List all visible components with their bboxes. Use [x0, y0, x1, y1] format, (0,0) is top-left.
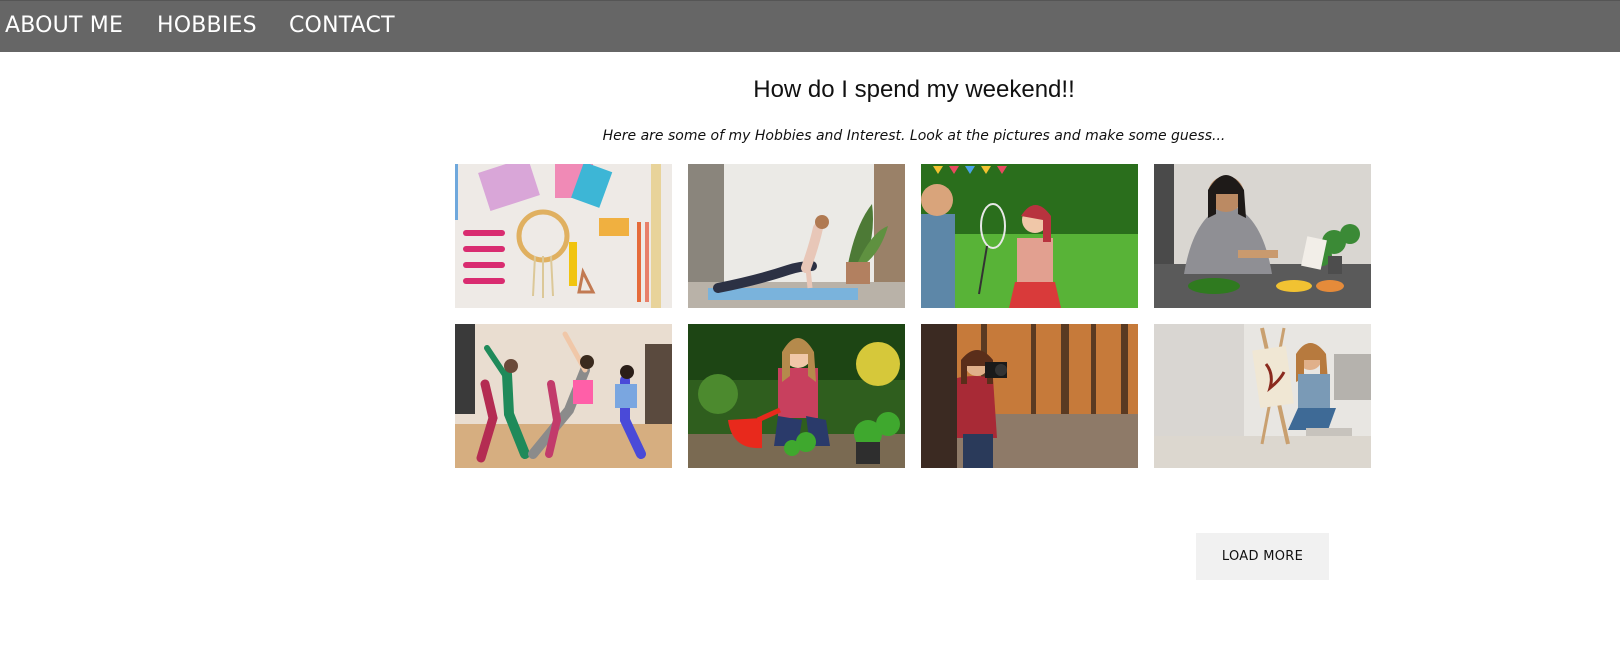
load-more-button[interactable]: LOAD MORE [1196, 533, 1329, 580]
page-subtitle: Here are some of my Hobbies and Interest… [602, 128, 1226, 144]
dance-photo [455, 324, 672, 468]
gardening-photo [688, 324, 905, 468]
cooking-photo [1154, 164, 1371, 308]
top-navigation-bar: ABOUT ME HOBBIES CONTACT [0, 0, 1620, 52]
page-title: How do I spend my weekend!! [753, 76, 1075, 103]
badminton-photo [921, 164, 1138, 308]
nav-link-about-me[interactable]: ABOUT ME [5, 13, 123, 38]
craft-supplies-photo [455, 164, 672, 308]
nav-link-hobbies[interactable]: HOBBIES [157, 13, 257, 38]
photography-photo [921, 324, 1138, 468]
painting-photo [1154, 324, 1371, 468]
nav-link-contact[interactable]: CONTACT [289, 13, 395, 38]
yoga-photo [688, 164, 905, 308]
